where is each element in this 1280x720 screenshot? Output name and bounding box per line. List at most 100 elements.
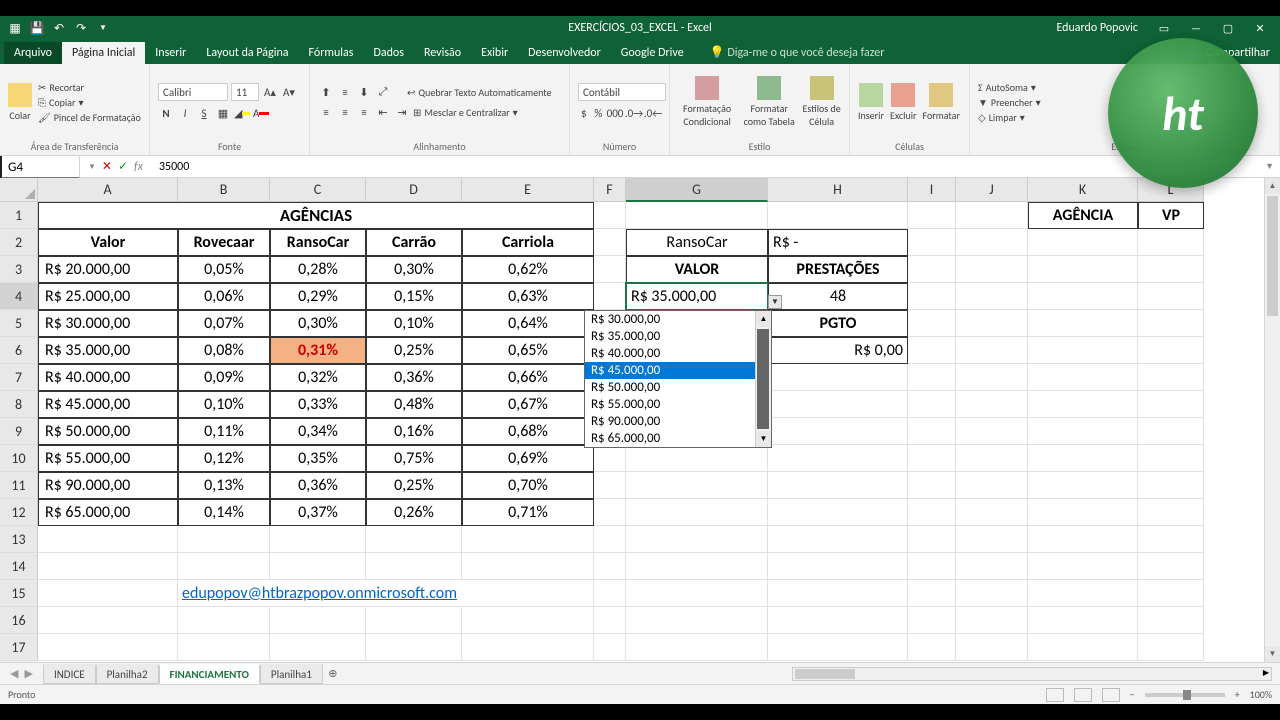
cell[interactable] [594, 445, 626, 472]
cell[interactable] [908, 580, 956, 607]
cell[interactable] [908, 310, 956, 337]
italic-button[interactable]: I [177, 105, 193, 121]
format-painter-button[interactable]: 🖌 Pincel de Formatação [38, 111, 141, 124]
scroll-up-icon[interactable]: ▲ [1265, 178, 1280, 194]
cell[interactable]: R$ 55.000,00 [38, 445, 178, 472]
cell[interactable]: Carrão [366, 229, 462, 256]
cell[interactable] [908, 634, 956, 661]
cell[interactable] [956, 607, 1028, 634]
column-header[interactable]: I [908, 178, 956, 202]
cell[interactable] [1028, 634, 1138, 661]
cell[interactable]: AGÊNCIA [1028, 202, 1138, 229]
cell[interactable] [1028, 256, 1138, 283]
dd-scroll-up-icon[interactable]: ▲ [756, 311, 771, 327]
vertical-scrollbar[interactable]: ▲ ▼ [1264, 178, 1280, 662]
fx-icon[interactable]: fx [134, 160, 143, 174]
cell[interactable]: R$ 45.000,00 [38, 391, 178, 418]
column-header[interactable]: B [178, 178, 270, 202]
undo-icon[interactable]: ↶ [52, 21, 66, 35]
minimize-button[interactable]: — [1182, 18, 1210, 38]
cell[interactable]: AGÊNCIAS [38, 202, 594, 229]
tab-google-drive[interactable]: Google Drive [611, 42, 694, 64]
dropdown-item[interactable]: R$ 50.000,00 [585, 379, 771, 396]
cell[interactable] [768, 472, 908, 499]
cell[interactable]: 0,31% [270, 337, 366, 364]
cell[interactable]: 0,63% [462, 283, 594, 310]
close-button[interactable]: ✕ [1246, 18, 1274, 38]
user-name[interactable]: Eduardo Popovic [1056, 21, 1138, 35]
increase-font-icon[interactable]: A▴ [262, 84, 278, 100]
cell[interactable] [768, 526, 908, 553]
column-header[interactable]: C [270, 178, 366, 202]
cut-button[interactable]: ✂ Recortar [38, 81, 141, 94]
scroll-down-icon[interactable]: ▼ [1265, 646, 1280, 662]
cell[interactable] [38, 580, 178, 607]
dropdown-item[interactable]: R$ 30.000,00 [585, 311, 771, 328]
cell[interactable]: 0,62% [462, 256, 594, 283]
row-header[interactable]: 2 [0, 229, 38, 256]
row-header[interactable]: 5 [0, 310, 38, 337]
horizontal-scrollbar[interactable]: ◀ ▶ [792, 667, 1272, 681]
indent-increase-icon[interactable]: ⇥ [394, 104, 410, 120]
cell[interactable] [1028, 337, 1138, 364]
cell[interactable] [1138, 607, 1204, 634]
cell[interactable] [1028, 310, 1138, 337]
cell[interactable]: 0,29% [270, 283, 366, 310]
cell[interactable] [956, 337, 1028, 364]
save-icon[interactable]: 💾 [30, 21, 44, 35]
cell[interactable]: 0,33% [270, 391, 366, 418]
vscroll-thumb[interactable] [1267, 196, 1278, 316]
cell[interactable]: 0,28% [270, 256, 366, 283]
cell[interactable]: 0,68% [462, 418, 594, 445]
cell[interactable] [270, 553, 366, 580]
cell[interactable] [1138, 256, 1204, 283]
cell[interactable] [1028, 364, 1138, 391]
sheet-tab[interactable]: INDICE [43, 664, 96, 684]
add-sheet-button[interactable]: ⊕ [323, 667, 343, 680]
zoom-level[interactable]: 100% [1250, 688, 1272, 701]
formula-bar[interactable]: 35000 [151, 158, 1259, 176]
tab-file[interactable]: Arquivo [4, 42, 62, 64]
cell[interactable] [768, 364, 908, 391]
cell[interactable] [626, 607, 768, 634]
column-header[interactable]: H [768, 178, 908, 202]
cell[interactable] [956, 553, 1028, 580]
cell[interactable]: 0,67% [462, 391, 594, 418]
qat-customize-icon[interactable]: ▼ [96, 21, 110, 35]
cell[interactable] [38, 634, 178, 661]
cell[interactable] [768, 445, 908, 472]
dd-scroll-down-icon[interactable]: ▼ [756, 431, 771, 447]
cell[interactable] [626, 553, 768, 580]
cell[interactable]: 0,36% [270, 472, 366, 499]
row-header[interactable]: 8 [0, 391, 38, 418]
cell[interactable]: 0,10% [366, 310, 462, 337]
sheet-nav-prev-icon[interactable]: ◀ [10, 667, 18, 680]
cell[interactable] [768, 418, 908, 445]
align-middle-icon[interactable]: ≡ [337, 84, 353, 100]
cell[interactable] [956, 526, 1028, 553]
cell[interactable]: 0,69% [462, 445, 594, 472]
cell[interactable]: R$ 90.000,00 [38, 472, 178, 499]
cell[interactable] [1138, 364, 1204, 391]
cell[interactable] [462, 634, 594, 661]
sheet-tab[interactable]: Planilha2 [96, 664, 159, 684]
cell[interactable] [956, 391, 1028, 418]
cell[interactable] [956, 202, 1028, 229]
percent-format-icon[interactable]: % [593, 105, 605, 121]
cell[interactable]: RansoCar [626, 229, 768, 256]
cell[interactable] [908, 337, 956, 364]
cell[interactable] [1028, 229, 1138, 256]
tab-data[interactable]: Dados [363, 42, 413, 64]
conditional-format-button[interactable]: Formatação Condicional [678, 76, 736, 128]
cell[interactable] [626, 202, 768, 229]
cell[interactable] [462, 553, 594, 580]
cell[interactable]: 0,12% [178, 445, 270, 472]
cell[interactable]: Rovecaar [178, 229, 270, 256]
cell[interactable] [1138, 526, 1204, 553]
column-header[interactable]: K [1028, 178, 1138, 202]
cell[interactable] [594, 499, 626, 526]
font-color-button[interactable]: A [253, 105, 269, 121]
cell[interactable]: R$ 50.000,00 [38, 418, 178, 445]
normal-view-icon[interactable] [1046, 688, 1064, 702]
cell[interactable]: R$ 35.000,00 [38, 337, 178, 364]
